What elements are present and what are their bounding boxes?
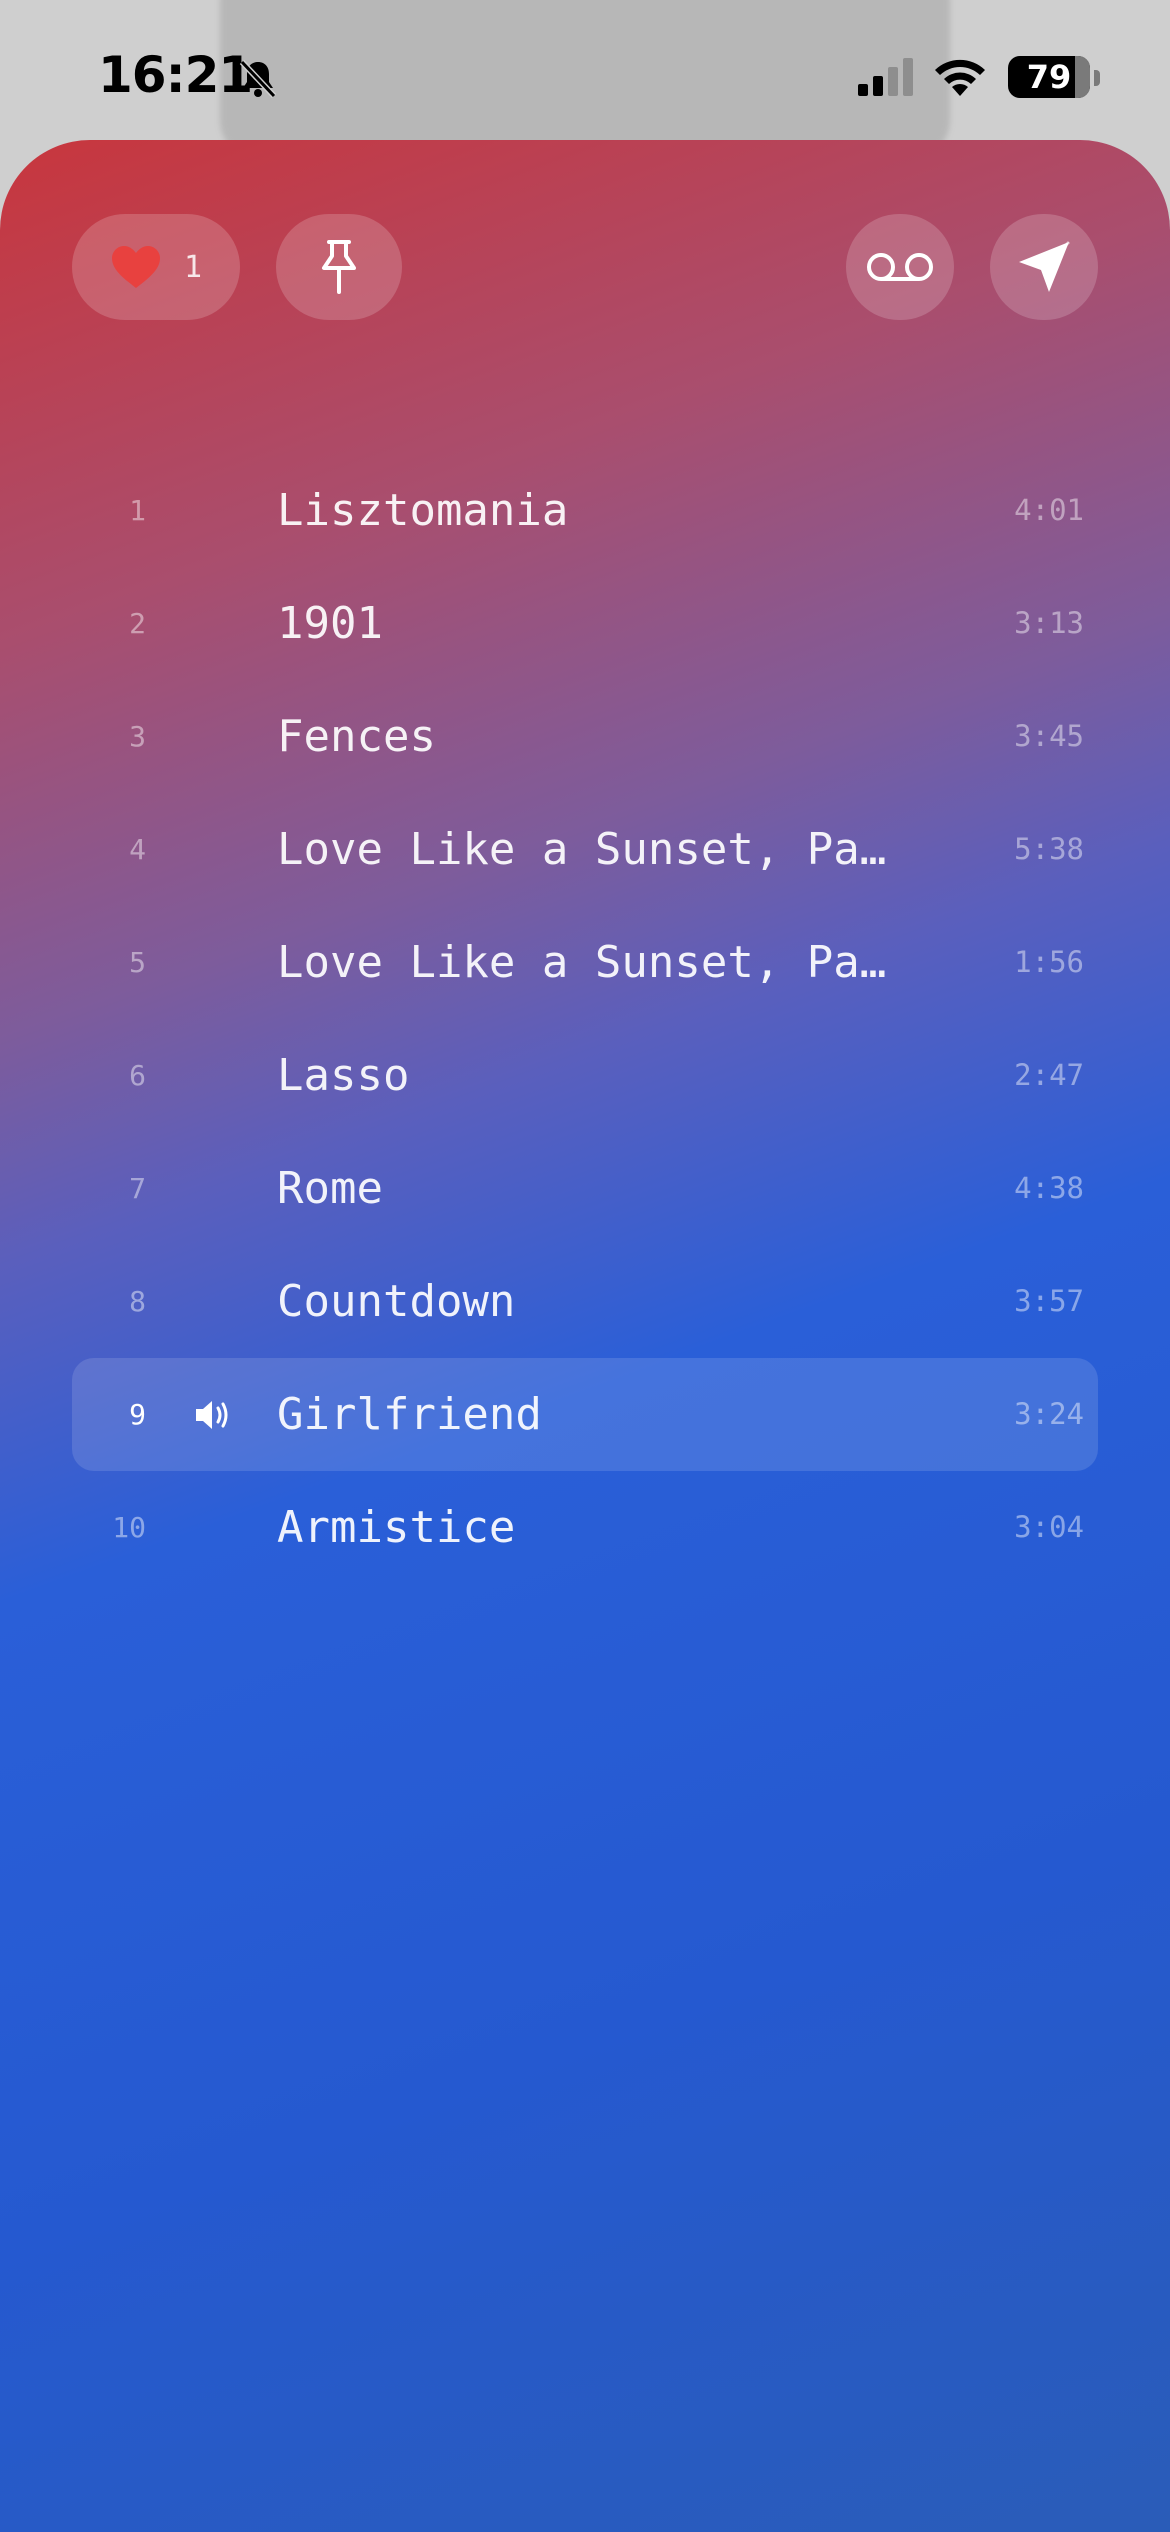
track-duration: 4:01 [1014,493,1084,527]
like-button[interactable]: 1 [72,214,240,320]
pin-icon [322,240,356,294]
cellular-signal-icon [858,58,913,96]
track-title: Love Like a Sunset, Pa… [277,937,887,988]
track-duration: 4:38 [1014,1171,1084,1205]
track-row[interactable]: 9 Girlfriend 3:24 [72,1358,1098,1471]
track-list: 1 Lisztomania 4:01 2 1901 3:13 3 Fences 3:45 4 Lov… [72,454,1098,1584]
status-bar: 16:21 79 [0,0,1170,140]
status-time: 16:21 [98,46,253,104]
track-row[interactable]: 7 Rome 4:38 [72,1132,1098,1245]
voicemail-icon [867,253,933,281]
track-duration: 3:04 [1014,1510,1084,1544]
track-title: Girlfriend [277,1389,542,1440]
track-duration: 3:45 [1014,719,1084,753]
send-button[interactable] [990,214,1098,320]
track-row[interactable]: 4 Love Like a Sunset, Pa… 5:38 [72,793,1098,906]
track-row[interactable]: 6 Lasso 2:47 [72,1019,1098,1132]
like-count: 1 [183,249,203,285]
track-title: 1901 [277,598,383,649]
track-number: 7 [129,1172,146,1205]
track-title: Lasso [277,1050,410,1101]
track-duration: 3:13 [1014,606,1084,640]
track-duration: 5:38 [1014,832,1084,866]
tracklist-sheet: 1 1 Lisztomania 4:01 2 1901 3:13 3 Fences 3:45 4 L… [0,140,1170,2532]
track-row[interactable]: 3 Fences 3:45 [72,680,1098,793]
track-title: Fences [277,711,436,762]
track-row[interactable]: 1 Lisztomania 4:01 [72,454,1098,567]
track-title: Armistice [277,1502,516,1553]
battery-icon: 79 [1008,56,1090,98]
battery-level: 79 [1026,58,1072,96]
battery-cap [1094,70,1100,86]
wifi-icon [935,59,985,96]
pin-button[interactable] [276,214,402,320]
track-number: 9 [129,1398,146,1431]
track-duration: 1:56 [1014,945,1084,979]
track-number: 1 [129,494,146,527]
track-row[interactable]: 8 Countdown 3:57 [72,1245,1098,1358]
bell-slash-icon [239,59,277,99]
track-number: 6 [129,1059,146,1092]
track-title: Countdown [277,1276,516,1327]
track-number: 4 [129,833,146,866]
track-row[interactable]: 10 Armistice 3:04 [72,1471,1098,1584]
track-row[interactable]: 2 1901 3:13 [72,567,1098,680]
heart-icon [111,246,160,288]
voicemail-button[interactable] [846,214,954,320]
track-number: 3 [129,720,146,753]
track-title: Love Like a Sunset, Pa… [277,824,887,875]
track-number: 2 [129,607,146,640]
track-number: 10 [112,1511,146,1544]
track-duration: 2:47 [1014,1058,1084,1092]
track-duration: 3:24 [1014,1397,1084,1431]
track-duration: 3:57 [1014,1284,1084,1318]
track-number: 8 [129,1285,146,1318]
track-title: Rome [277,1163,383,1214]
track-number: 5 [129,946,146,979]
track-title: Lisztomania [277,485,569,536]
speaker-icon [196,1401,228,1429]
track-row[interactable]: 5 Love Like a Sunset, Pa… 1:56 [72,906,1098,1019]
send-icon [1019,240,1071,292]
